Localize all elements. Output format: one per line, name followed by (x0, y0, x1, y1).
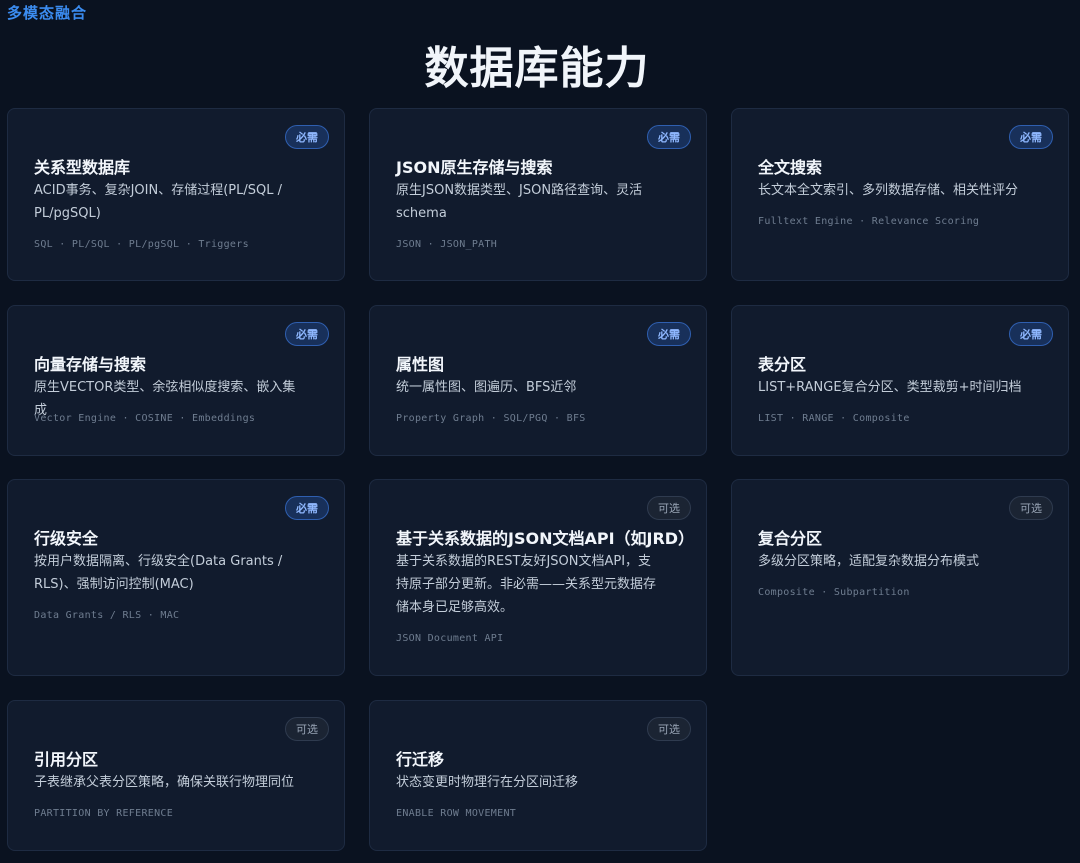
required-badge: 必需 (647, 322, 691, 346)
capability-card-json: 必需 JSON原生存储与搜索 原生JSON数据类型、JSON路径查询、灵活sch… (369, 108, 707, 281)
required-badge: 必需 (285, 322, 329, 346)
card-tags: PARTITION BY REFERENCE (34, 808, 174, 819)
card-tags: Data Grants / RLS · MAC (34, 610, 180, 621)
card-tags: JSON · JSON_PATH (396, 239, 498, 250)
card-description: 基于关系数据的REST友好JSON文档API，支持原子部分更新。非必需——关系型… (396, 554, 657, 615)
card-title: 关系型数据库 (34, 158, 131, 177)
capability-card-relational: 必需 关系型数据库 ACID事务、复杂JOIN、存储过程(PL/SQL / PL… (7, 108, 345, 281)
section-tag: 多模态融合 (7, 4, 88, 22)
card-title: JSON原生存储与搜索 (396, 158, 553, 177)
card-title: 向量存储与搜索 (34, 355, 147, 374)
card-tags: LIST · RANGE · Composite (758, 413, 910, 424)
card-tags: SQL · PL/SQL · PL/pgSQL · Triggers (34, 239, 249, 250)
card-title: 行迁移 (396, 750, 445, 769)
card-description: 长文本全文索引、多列数据存储、相关性评分 (758, 183, 1019, 198)
capability-card-json-document-api: 可选 基于关系数据的JSON文档API（如JRD） 基于关系数据的REST友好J… (369, 479, 707, 676)
card-title: 基于关系数据的JSON文档API（如JRD） (396, 529, 695, 548)
card-tags: JSON Document API (396, 633, 504, 644)
card-tags: Vector Engine · COSINE · Embeddings (34, 413, 256, 424)
card-tags: ENABLE ROW MOVEMENT (396, 808, 517, 819)
card-title: 复合分区 (758, 529, 823, 548)
capability-card-reference-partitioning: 可选 引用分区 子表继承父表分区策略，确保关联行物理同位 PARTITION B… (7, 700, 345, 851)
required-badge: 必需 (647, 125, 691, 149)
capability-card-property-graph: 必需 属性图 统一属性图、图遍历、BFS近邻 Property Graph · … (369, 305, 707, 456)
required-badge: 必需 (1009, 322, 1053, 346)
card-description: 状态变更时物理行在分区间迁移 (396, 775, 579, 790)
card-tags: Fulltext Engine · Relevance Scoring (758, 216, 980, 227)
card-title: 行级安全 (34, 529, 99, 548)
card-description: 统一属性图、图遍历、BFS近邻 (396, 380, 577, 395)
card-title: 表分区 (758, 355, 807, 374)
required-badge: 必需 (1009, 125, 1053, 149)
optional-badge: 可选 (647, 717, 691, 741)
card-description: 多级分区策略，适配复杂数据分布模式 (758, 554, 980, 569)
card-title: 引用分区 (34, 750, 99, 769)
card-tags: Composite · Subpartition (758, 587, 910, 598)
optional-badge: 可选 (1009, 496, 1053, 520)
page-title: 数据库能力 (424, 43, 650, 94)
card-title: 属性图 (396, 355, 445, 374)
required-badge: 必需 (285, 125, 329, 149)
page: 多模态融合 数据库能力 必需 关系型数据库 ACID事务、复杂JOIN、存储过程… (0, 0, 1080, 863)
capability-card-row-movement: 可选 行迁移 状态变更时物理行在分区间迁移 ENABLE ROW MOVEMEN… (369, 700, 707, 851)
card-description: LIST+RANGE复合分区、类型裁剪+时间归档 (758, 380, 1022, 395)
capability-card-fulltext: 必需 全文搜索 长文本全文索引、多列数据存储、相关性评分 Fulltext En… (731, 108, 1069, 281)
capability-card-vector: 必需 向量存储与搜索 原生VECTOR类型、余弦相似度搜索、嵌入集成 Vecto… (7, 305, 345, 456)
card-description: 子表继承父表分区策略，确保关联行物理同位 (34, 775, 295, 790)
capability-card-row-level-security: 必需 行级安全 按用户数据隔离、行级安全(Data Grants / RLS)、… (7, 479, 345, 676)
required-badge: 必需 (285, 496, 329, 520)
card-tags: Property Graph · SQL/PGQ · BFS (396, 413, 586, 424)
optional-badge: 可选 (285, 717, 329, 741)
card-description: ACID事务、复杂JOIN、存储过程(PL/SQL / PL/pgSQL) (34, 183, 282, 221)
card-title: 全文搜索 (758, 158, 823, 177)
card-description: 按用户数据隔离、行级安全(Data Grants / RLS)、强制访问控制(M… (34, 554, 283, 592)
capability-card-partitioning: 必需 表分区 LIST+RANGE复合分区、类型裁剪+时间归档 LIST · R… (731, 305, 1069, 456)
card-description: 原生JSON数据类型、JSON路径查询、灵活schema (396, 183, 643, 221)
optional-badge: 可选 (647, 496, 691, 520)
capability-card-composite-partitioning: 可选 复合分区 多级分区策略，适配复杂数据分布模式 Composite · Su… (731, 479, 1069, 676)
